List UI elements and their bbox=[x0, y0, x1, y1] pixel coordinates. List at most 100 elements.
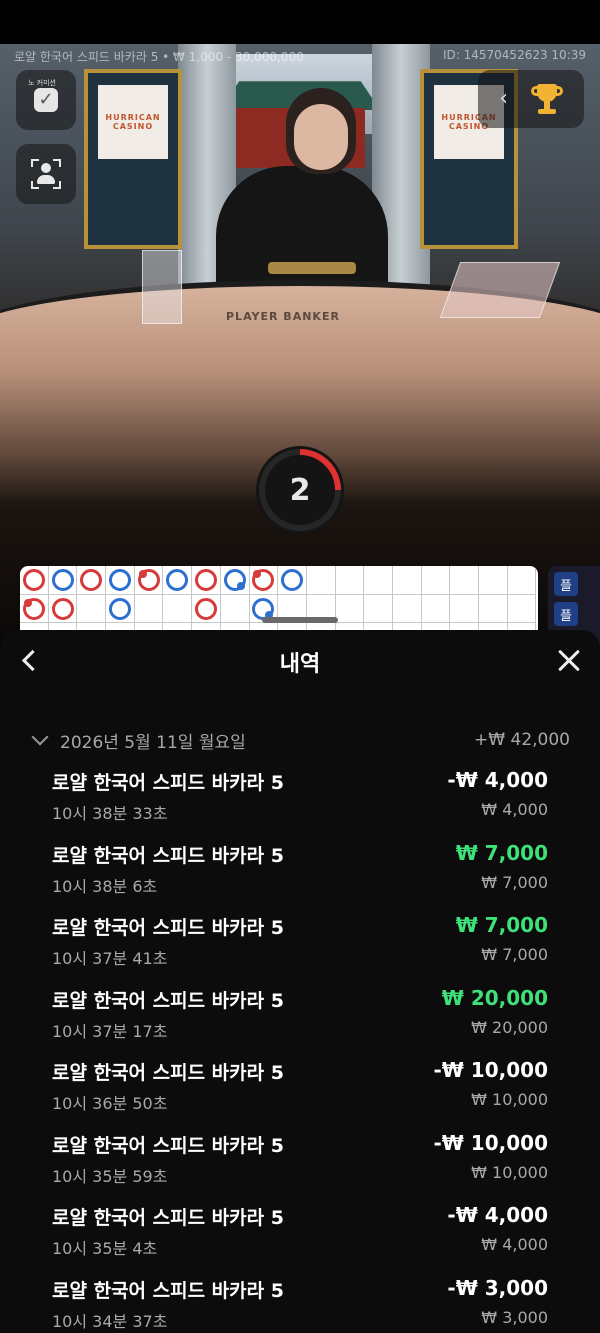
pair-dot bbox=[138, 569, 147, 578]
banker-bead bbox=[22, 597, 45, 620]
item-stake: ₩ 7,000 bbox=[481, 945, 548, 964]
road-cell bbox=[48, 566, 78, 595]
item-stake: ₩ 10,000 bbox=[471, 1162, 548, 1182]
no-commission-label: 노 커미션 bbox=[28, 79, 56, 87]
history-list: 로얄 한국어 스피드 바카라 5 10시 38분 33초 -₩ 4,000 ₩ 4,0… bbox=[36, 762, 570, 1333]
history-item[interactable]: 로얄 한국어 스피드 바카라 5 10시 37분 17초 ₩ 20,000 ₩ 20,… bbox=[36, 979, 570, 1052]
day-total: +₩ 42,000 bbox=[474, 730, 570, 750]
item-amount: -₩ 4,000 bbox=[447, 768, 548, 792]
item-time: 10시 36분 50초 bbox=[52, 1094, 168, 1113]
item-stake: ₩ 4,000 bbox=[481, 800, 548, 819]
countdown-timer: 2 bbox=[256, 446, 344, 534]
road-cell bbox=[479, 566, 508, 595]
item-amount: -₩ 10,000 bbox=[433, 1130, 548, 1155]
item-amount: -₩ 10,000 bbox=[433, 1058, 548, 1082]
player-bead bbox=[223, 568, 246, 591]
card-shoe bbox=[439, 262, 561, 318]
player-bead bbox=[166, 568, 189, 591]
road-cell bbox=[220, 566, 250, 595]
road-cell bbox=[306, 566, 336, 595]
game-id: ID: 14570452623 10:39 bbox=[442, 48, 586, 62]
person-frame-icon bbox=[31, 159, 61, 189]
history-sheet: 내역 2026년 5월 11일 월요일 +₩ 42,000 로얄 한국어 스피드… bbox=[0, 630, 600, 1333]
road-cell bbox=[507, 594, 537, 624]
player-bead bbox=[108, 568, 131, 591]
item-time: 10시 38분 33초 bbox=[52, 804, 168, 823]
item-stake: ₩ 7,000 bbox=[481, 872, 548, 892]
item-time: 10시 37분 17초 bbox=[52, 1021, 168, 1041]
road-cell bbox=[134, 594, 164, 624]
sheet-drag-handle[interactable] bbox=[262, 617, 338, 623]
player-bead bbox=[108, 597, 131, 620]
chevron-down-icon bbox=[30, 730, 50, 750]
discard-holder bbox=[142, 250, 182, 324]
history-item[interactable]: 로얄 한국어 스피드 바카라 5 10시 34분 37초 -₩ 3,000 ₩ 3,0… bbox=[36, 1269, 570, 1333]
table-info: 로얄 한국어 스피드 바카라 5 • ₩ 1,000 - 30,000,000 bbox=[14, 50, 304, 64]
history-item[interactable]: 로얄 한국어 스피드 바카라 5 10시 37분 41초 ₩ 7,000 ₩ 7,00… bbox=[36, 907, 570, 980]
item-game-name: 로얄 한국어 스피드 바카라 5 bbox=[52, 772, 284, 794]
road-cell bbox=[335, 566, 365, 595]
item-stake: ₩ 10,000 bbox=[471, 1090, 548, 1109]
road-cell bbox=[450, 566, 479, 595]
banker-bead bbox=[22, 568, 45, 591]
road-cell bbox=[507, 566, 537, 595]
road-cell bbox=[106, 566, 135, 595]
road-cell bbox=[335, 594, 365, 624]
item-stake: ₩ 3,000 bbox=[481, 1307, 548, 1327]
item-game-name: 로얄 한국어 스피드 바카라 5 bbox=[52, 1279, 284, 1302]
trophy-icon bbox=[530, 82, 563, 116]
history-item[interactable]: 로얄 한국어 스피드 바카라 5 10시 35분 59초 -₩ 10,000 ₩ 10… bbox=[36, 1124, 570, 1197]
item-amount: ₩ 7,000 bbox=[455, 913, 548, 937]
video-view-button[interactable] bbox=[16, 144, 76, 204]
item-amount: -₩ 3,000 bbox=[447, 1275, 548, 1300]
road-cell bbox=[220, 594, 250, 624]
player-bead bbox=[51, 568, 74, 591]
road-cell bbox=[249, 566, 279, 595]
item-time: 10시 35분 4초 bbox=[52, 1239, 158, 1258]
status-bar bbox=[0, 0, 600, 44]
road-cell bbox=[364, 594, 393, 624]
item-stake: ₩ 20,000 bbox=[471, 1017, 548, 1037]
close-button[interactable] bbox=[552, 644, 586, 678]
road-cell bbox=[134, 566, 164, 595]
item-time: 10시 37분 41초 bbox=[52, 949, 168, 968]
banker-bead bbox=[252, 568, 275, 591]
history-item[interactable]: 로얄 한국어 스피드 바카라 5 10시 35분 4초 -₩ 4,000 ₩ 4,00… bbox=[36, 1197, 570, 1270]
road-chip: 플 bbox=[554, 572, 578, 596]
banker-bead bbox=[194, 597, 217, 620]
check-icon: ✓ bbox=[34, 88, 58, 112]
road-cell bbox=[48, 594, 78, 624]
item-time: 10시 35분 59초 bbox=[52, 1166, 168, 1186]
table-marking: PLAYER BANKER bbox=[226, 310, 340, 323]
road-cell bbox=[106, 594, 135, 624]
day-date: 2026년 5월 11일 월요일 bbox=[60, 732, 246, 753]
history-item[interactable]: 로얄 한국어 스피드 바카라 5 10시 38분 6초 ₩ 7,000 ₩ 7,000 bbox=[36, 834, 570, 907]
dealer-face bbox=[294, 104, 348, 170]
banker-bead bbox=[80, 568, 103, 591]
road-cell bbox=[192, 566, 221, 595]
banker-bead bbox=[137, 568, 160, 591]
player-bead bbox=[281, 568, 304, 591]
history-item[interactable]: 로얄 한국어 스피드 바카라 5 10시 38분 33초 -₩ 4,000 ₩ 4,0… bbox=[36, 762, 570, 835]
day-group-header[interactable]: 2026년 5월 11일 월요일 +₩ 42,000 bbox=[30, 726, 570, 754]
item-game-name: 로얄 한국어 스피드 바카라 5 bbox=[52, 989, 284, 1012]
road-cell bbox=[392, 566, 422, 595]
road-chip: 플 bbox=[554, 602, 578, 626]
road-cell bbox=[163, 566, 193, 595]
road-cell bbox=[421, 594, 451, 624]
winners-button[interactable]: ‹ bbox=[478, 70, 584, 128]
item-game-name: 로얄 한국어 스피드 바카라 5 bbox=[52, 1207, 284, 1229]
history-item[interactable]: 로얄 한국어 스피드 바카라 5 10시 36분 50초 -₩ 10,000 ₩ 10… bbox=[36, 1052, 570, 1125]
live-video: HURRICAN CASINO HURRICAN CASINO PLAYER B… bbox=[0, 44, 600, 644]
timer-value: 2 bbox=[289, 472, 311, 508]
banker-bead bbox=[51, 597, 74, 620]
road-cell bbox=[392, 594, 422, 624]
pair-dot bbox=[253, 569, 262, 578]
pair-dot bbox=[23, 598, 32, 607]
road-cell bbox=[278, 566, 307, 595]
chevron-left-icon: ‹ bbox=[499, 86, 509, 111]
item-game-name: 로얄 한국어 스피드 바카라 5 bbox=[52, 1062, 284, 1084]
casino-logo: HURRICAN CASINO bbox=[98, 85, 168, 159]
road-cell bbox=[450, 594, 479, 624]
road-cell bbox=[163, 594, 193, 624]
